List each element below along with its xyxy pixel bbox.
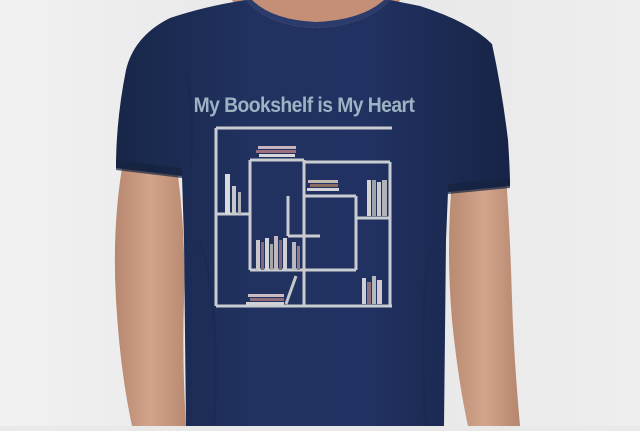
tshirt-illustration [0, 0, 640, 427]
product-photo: My Bookshelf is My Heart [0, 0, 640, 427]
left-arm [114, 168, 186, 426]
print-title: My Bookshelf is My Heart [193, 94, 415, 117]
